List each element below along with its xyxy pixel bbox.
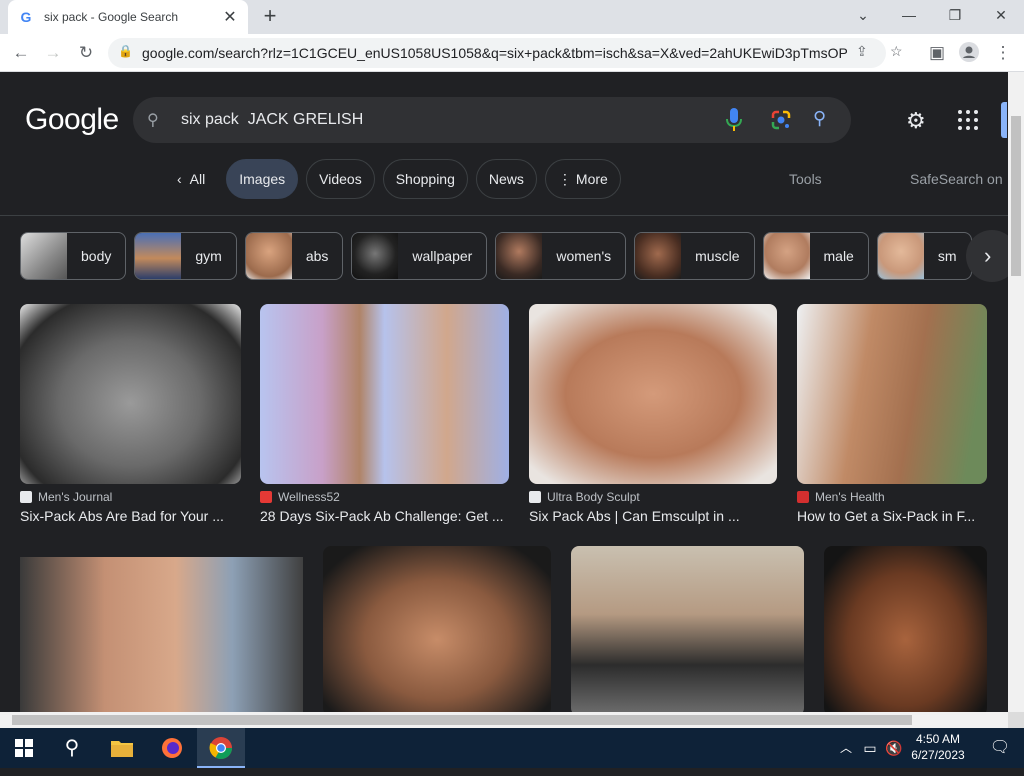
- network-icon[interactable]: ▭: [858, 728, 882, 768]
- chips-next-chevron-icon[interactable]: ›: [966, 230, 1008, 282]
- result-title[interactable]: Six Pack Abs | Can Emsculpt in ...: [529, 508, 777, 524]
- result-title[interactable]: 28 Days Six-Pack Ab Challenge: Get ...: [260, 508, 509, 524]
- result-source: Men's Journal: [38, 490, 113, 504]
- scrollbar-corner: [1008, 712, 1024, 728]
- google-logo[interactable]: Google: [25, 103, 119, 137]
- chip-sm[interactable]: sm: [876, 232, 972, 280]
- chip-male[interactable]: male: [762, 232, 869, 280]
- url-text: google.com/search?rlz=1C1GCEU_enUS1058US…: [142, 45, 847, 61]
- system-clock[interactable]: 4:50 AM 6/27/2023: [908, 731, 968, 763]
- result-image[interactable]: [20, 557, 303, 712]
- chip-wallpaper[interactable]: wallpaper: [351, 232, 488, 280]
- result-image[interactable]: [20, 304, 241, 484]
- forward-arrow-icon[interactable]: →: [42, 42, 64, 64]
- result-source: Men's Health: [815, 490, 885, 504]
- browser-toolbar: ← → ↻ 🔒 google.com/search?rlz=1C1GCEU_en…: [0, 34, 1024, 72]
- google-lens-icon[interactable]: [771, 110, 791, 130]
- side-panel-icon[interactable]: ▣: [926, 42, 948, 64]
- clock-date: 6/27/2023: [911, 748, 965, 762]
- result-title[interactable]: How to Get a Six-Pack in F...: [797, 508, 987, 524]
- firefox-icon[interactable]: [148, 728, 196, 768]
- safesearch-button[interactable]: SafeSearch on: [910, 171, 1003, 187]
- result-source: Wellness52: [278, 490, 340, 504]
- tab-more[interactable]: ⋮ More: [544, 159, 621, 199]
- windows-start-icon[interactable]: [0, 728, 48, 768]
- volume-muted-icon[interactable]: 🔇: [882, 728, 906, 768]
- divider: [0, 215, 1008, 216]
- search-box[interactable]: ⚲ six pack JACK GRELISH ⚲: [133, 97, 851, 143]
- image-result-card[interactable]: [323, 546, 551, 712]
- search-submit-icon[interactable]: ⚲: [813, 108, 826, 129]
- bookmark-star-icon[interactable]: ☆: [890, 43, 903, 60]
- result-image[interactable]: [529, 304, 777, 484]
- browser-tab[interactable]: G six pack - Google Search ✕: [8, 0, 248, 34]
- google-images-page: Google ⚲ six pack JACK GRELISH ⚲ ⚙ ‹ All …: [0, 72, 1008, 712]
- wellness52-favicon-icon: [260, 491, 272, 503]
- chrome-taskbar-icon[interactable]: [197, 728, 245, 768]
- chip-muscle[interactable]: muscle: [634, 232, 755, 280]
- back-arrow-icon[interactable]: ←: [10, 42, 32, 64]
- tab-images[interactable]: Images: [226, 159, 299, 199]
- account-button-edge[interactable]: [1001, 102, 1007, 138]
- tab-shopping[interactable]: Shopping: [382, 159, 468, 199]
- close-window-button[interactable]: ✕: [978, 0, 1024, 30]
- file-explorer-icon[interactable]: [98, 728, 146, 768]
- result-image[interactable]: [797, 304, 987, 484]
- horizontal-scrollbar[interactable]: [0, 712, 1008, 728]
- share-icon[interactable]: ⇪: [856, 43, 868, 60]
- result-image[interactable]: [323, 546, 551, 712]
- vertical-scroll-thumb[interactable]: [1011, 116, 1021, 276]
- result-source: Ultra Body Sculpt: [547, 490, 640, 504]
- new-tab-button[interactable]: +: [258, 4, 282, 28]
- result-title[interactable]: Six-Pack Abs Are Bad for Your ...: [20, 508, 241, 524]
- horizontal-scroll-thumb[interactable]: [12, 715, 912, 725]
- reload-icon[interactable]: ↻: [75, 42, 97, 64]
- notifications-icon[interactable]: 🗨: [976, 728, 1024, 768]
- related-chips: body gym abs wallpaper women's muscle ma…: [20, 232, 972, 280]
- image-result-card[interactable]: Men's Health How to Get a Six-Pack in F.…: [797, 304, 987, 524]
- lock-icon: 🔒: [118, 44, 133, 58]
- google-favicon-icon: G: [20, 9, 32, 25]
- chip-gym[interactable]: gym: [134, 232, 237, 280]
- image-result-card[interactable]: [20, 557, 303, 712]
- image-result-card[interactable]: [571, 546, 804, 712]
- chrome-menu-icon[interactable]: ⋮: [992, 42, 1014, 64]
- mens-health-favicon-icon: [797, 491, 809, 503]
- tools-button[interactable]: Tools: [789, 171, 822, 187]
- chip-body[interactable]: body: [20, 232, 127, 280]
- image-result-card[interactable]: [824, 546, 987, 712]
- result-image[interactable]: [260, 304, 509, 484]
- mens-journal-favicon-icon: [20, 491, 32, 503]
- vertical-scrollbar[interactable]: [1008, 72, 1024, 712]
- show-hidden-icons-chevron-icon[interactable]: ︿: [836, 728, 856, 768]
- windows-taskbar: ⚲ ︿ ▭ 🔇 4:50 AM 6/27/2023 🗨: [0, 728, 1024, 768]
- tab-strip: G six pack - Google Search ✕ + ⌄ — ❐ ✕: [0, 0, 1024, 34]
- search-type-tabs: ‹ All Images Videos Shopping News ⋮ More: [164, 159, 621, 199]
- chip-abs[interactable]: abs: [244, 232, 344, 280]
- tab-all[interactable]: ‹ All: [164, 159, 218, 199]
- ultra-body-sculpt-favicon-icon: [529, 491, 541, 503]
- restore-button[interactable]: ❐: [932, 0, 978, 30]
- microphone-icon[interactable]: [725, 107, 743, 133]
- clock-time: 4:50 AM: [915, 732, 961, 746]
- image-result-card[interactable]: Ultra Body Sculpt Six Pack Abs | Can Ems…: [529, 304, 777, 524]
- chip-womens[interactable]: women's: [495, 232, 627, 280]
- settings-gear-icon[interactable]: ⚙: [906, 108, 926, 134]
- image-result-card[interactable]: Wellness52 28 Days Six-Pack Ab Challenge…: [260, 304, 509, 524]
- result-image[interactable]: [824, 546, 987, 712]
- tab-title: six pack - Google Search: [44, 10, 179, 24]
- tab-search-icon[interactable]: ⌄: [840, 0, 886, 30]
- result-image[interactable]: [571, 546, 804, 712]
- search-icon[interactable]: ⚲: [48, 728, 96, 768]
- search-icon: ⚲: [147, 112, 159, 129]
- google-apps-icon[interactable]: [958, 110, 978, 130]
- search-input[interactable]: six pack JACK GRELISH: [181, 111, 363, 129]
- profile-avatar-icon[interactable]: [958, 42, 980, 64]
- tab-close-icon[interactable]: ✕: [222, 7, 238, 27]
- image-result-card[interactable]: Men's Journal Six-Pack Abs Are Bad for Y…: [20, 304, 241, 524]
- tab-news[interactable]: News: [475, 159, 537, 199]
- tab-videos[interactable]: Videos: [306, 159, 375, 199]
- address-bar[interactable]: 🔒 google.com/search?rlz=1C1GCEU_enUS1058…: [108, 38, 903, 68]
- minimize-button[interactable]: —: [886, 0, 932, 30]
